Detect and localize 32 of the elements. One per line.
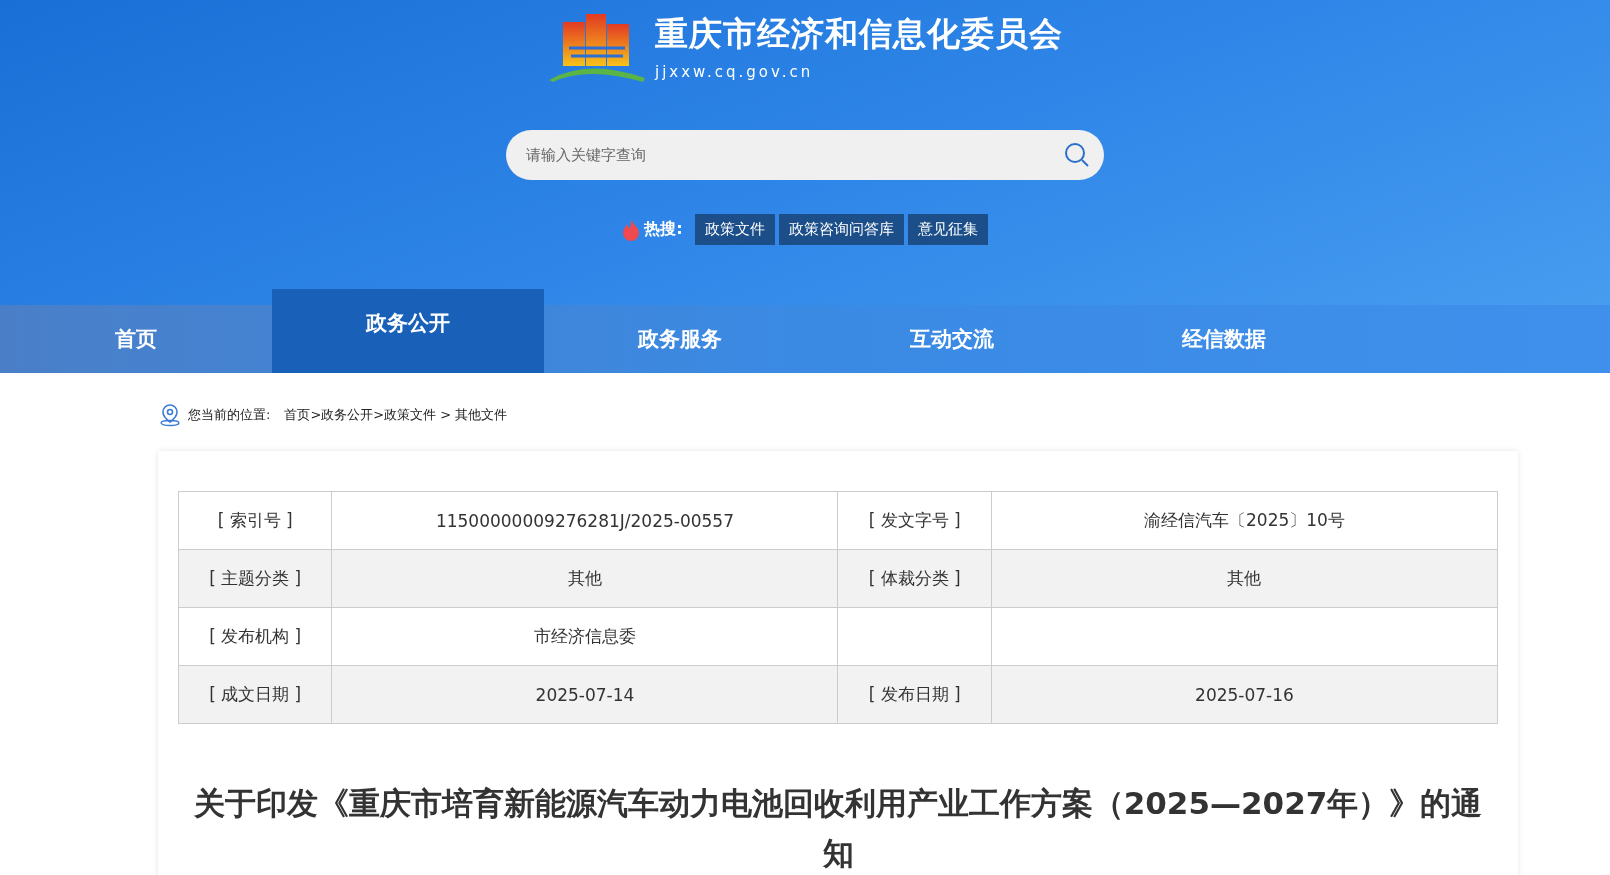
breadcrumb-path[interactable]: 首页>政务公开>政策文件 > 其他文件 — [284, 406, 508, 424]
hot-search-tag[interactable]: 意见征集 — [907, 214, 988, 245]
flame-icon — [622, 218, 641, 241]
value-cell: 其他 — [331, 549, 838, 608]
label-cell: [ 发布机构 ] — [178, 607, 332, 666]
value-cell: 渝经信汽车〔2025〕10号 — [991, 491, 1498, 550]
label-cell: [ 索引号 ] — [178, 491, 332, 550]
value-cell: 其他 — [991, 549, 1498, 608]
article-title: 关于印发《重庆市培育新能源汽车动力电池回收利用产业工作方案（2025—2027年）》的通知 — [192, 784, 1484, 873]
label-cell: [ 主题分类 ] — [178, 549, 332, 608]
nav-tab[interactable]: 政务服务 — [544, 305, 816, 373]
hot-search-label: 热搜: — [644, 219, 683, 240]
breadcrumb-label: 您当前的位置: — [188, 406, 271, 424]
nav-tab[interactable]: 经信数据 — [1088, 305, 1360, 373]
nav-tab[interactable]: 互动交流 — [816, 305, 1088, 373]
value-cell: 2025-07-14 — [331, 665, 838, 724]
search-icon[interactable] — [1064, 142, 1090, 168]
search-field[interactable]: 请输入关键字查询 — [506, 130, 1104, 180]
value-cell: 市经济信息委 — [331, 607, 838, 666]
value-cell: 11500000009276281J/2025-00557 — [331, 491, 838, 550]
hot-search-tag[interactable]: 政策咨询问答库 — [778, 214, 904, 245]
label-cell: [ 发文字号 ] — [838, 491, 992, 550]
value-cell: 2025-07-16 — [991, 665, 1498, 724]
nav-tab[interactable]: 政务公开 — [272, 289, 544, 373]
site-domain: jjxxw.cq.gov.cn — [655, 62, 815, 81]
label-cell: [ 成文日期 ] — [178, 665, 332, 724]
nav-tab[interactable]: 首页 — [0, 305, 272, 373]
location-pin-icon — [158, 403, 182, 427]
hot-search-tag[interactable]: 政策文件 — [694, 214, 775, 245]
label-cell: [ 发布日期 ] — [838, 665, 992, 724]
site-title: 重庆市经济和信息化委员会 — [655, 12, 1063, 55]
label-cell: [ 体裁分类 ] — [838, 549, 992, 608]
